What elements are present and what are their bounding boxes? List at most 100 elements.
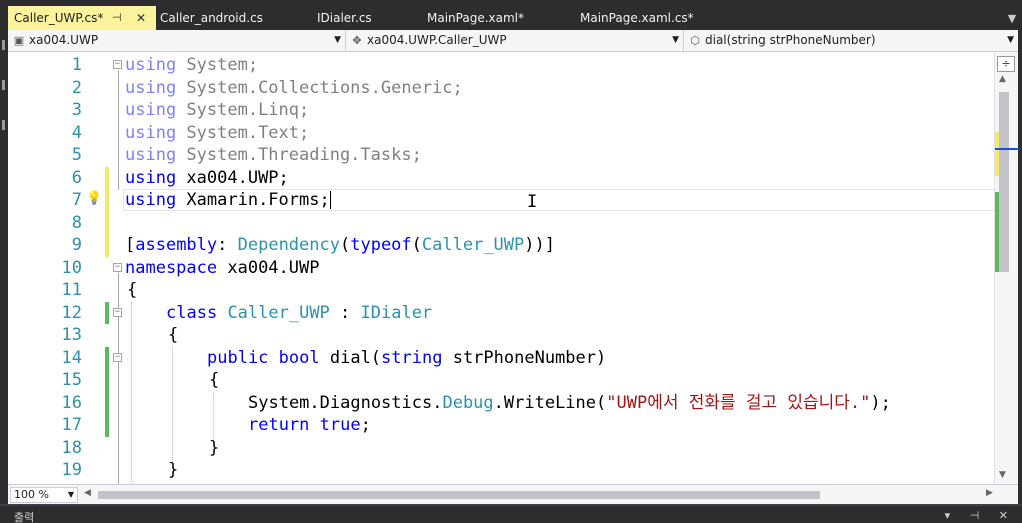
- vertical-scroll-thumb[interactable]: [999, 92, 1009, 272]
- code-text: xa004.UWP: [217, 258, 320, 278]
- code-text: System;: [176, 55, 259, 75]
- project-dropdown[interactable]: ▣ xa004.UWP ▼: [8, 30, 346, 52]
- code-line-10: namespace xa004.UWP: [125, 257, 319, 279]
- line-number: 7: [71, 190, 82, 210]
- tab-overflow-dropdown-icon[interactable]: ▼: [1002, 10, 1022, 28]
- zoom-dropdown[interactable]: 100 % ▼: [10, 487, 78, 503]
- scroll-up-icon[interactable]: ▲: [999, 74, 1006, 84]
- line-number: 16: [61, 393, 82, 413]
- code-line-19: }: [168, 460, 179, 480]
- code-text: System.Collections.Generic;: [176, 78, 463, 98]
- type-dropdown[interactable]: ✥ xa004.UWP.Caller_UWP ▼: [346, 30, 684, 52]
- code-line-13: {: [168, 325, 179, 345]
- close-icon[interactable]: ✕: [136, 6, 146, 30]
- code-text: System.Threading.Tasks;: [176, 145, 422, 165]
- line-number: 12: [61, 303, 82, 323]
- chevron-down-icon: ▼: [334, 35, 341, 45]
- line-number: 6: [71, 168, 82, 188]
- code-line-3: using System.Linq;: [125, 99, 309, 121]
- keyword: typeof: [350, 235, 412, 255]
- code-line-9: [assembly: Dependency(typeof(Caller_UWP)…: [125, 234, 555, 256]
- type-name: Dependency: [237, 235, 340, 255]
- tab-mainpage-xaml[interactable]: MainPage.xaml*: [427, 6, 524, 30]
- code-text: dial(: [319, 348, 382, 368]
- data-sources-tab-marker[interactable]: [2, 120, 5, 130]
- keyword: using: [125, 78, 177, 98]
- server-explorer-tab-marker[interactable]: [2, 80, 5, 90]
- code-line-17: return true;: [248, 414, 371, 436]
- vertical-scrollbar[interactable]: ÷ ▲ ▼: [994, 52, 1019, 484]
- code-line-11: {: [127, 280, 138, 300]
- code-text: strPhoneNumber): [442, 348, 607, 368]
- code-text: .WriteLine(: [493, 393, 607, 413]
- line-number: 2: [71, 78, 82, 98]
- type-dropdown-value: xa004.UWP.Caller_UWP: [367, 33, 507, 47]
- scroll-down-icon[interactable]: ▼: [999, 470, 1006, 480]
- horizontal-scroll-thumb[interactable]: [98, 491, 820, 499]
- text-caret: [330, 191, 331, 209]
- line-number: 8: [71, 213, 82, 233]
- keyword: using: [125, 190, 177, 210]
- code-line-6: using xa004.UWP;: [125, 167, 289, 189]
- project-dropdown-value: xa004.UWP: [29, 33, 99, 47]
- keyword: using: [125, 100, 177, 120]
- type-name: Caller_UWP: [421, 235, 525, 255]
- chevron-down-icon: ▼: [67, 490, 74, 499]
- code-text: System.Diagnostics.: [248, 393, 443, 413]
- line-number: 5: [71, 145, 82, 165]
- indent-guide: [172, 347, 173, 462]
- code-line-4: using System.Text;: [125, 122, 309, 144]
- line-number-gutter: 1 2 3 4 5 6 7 8 9 10 11 12 13 14 15 16 1…: [8, 52, 108, 484]
- line-number: 3: [71, 100, 82, 120]
- caret-position-marker: [995, 148, 1019, 150]
- code-text: (: [411, 235, 422, 255]
- collapse-icon[interactable]: −: [113, 263, 122, 272]
- unsaved-change-bar: [105, 167, 109, 257]
- class-icon: ✥: [352, 34, 362, 47]
- editor-bottom-bar: 100 % ▼ ◀ ▶: [8, 484, 1018, 504]
- tab-caller-uwp[interactable]: Caller_UWP.cs* ⊣ ✕: [8, 6, 156, 30]
- keyword: class: [166, 303, 218, 323]
- ibeam-cursor-icon: I: [527, 192, 538, 212]
- keyword: string: [381, 348, 443, 368]
- code-text: System.Text;: [176, 123, 310, 143]
- tab-mainpage-xaml-cs[interactable]: MainPage.xaml.cs*: [580, 6, 694, 30]
- collapse-icon[interactable]: −: [113, 308, 122, 317]
- code-text: System.Linq;: [176, 100, 310, 120]
- chevron-down-icon: ▼: [1007, 35, 1014, 45]
- code-text: [: [125, 235, 136, 255]
- keyword: true: [319, 415, 361, 435]
- code-editor[interactable]: 1 2 3 4 5 6 7 8 9 10 11 12 13 14 15 16 1…: [8, 52, 994, 484]
- line-number: 18: [61, 438, 82, 458]
- tab-caller-android[interactable]: Caller_android.cs: [160, 6, 263, 30]
- fold-line: [118, 70, 119, 190]
- line-number: 1: [71, 55, 82, 75]
- split-window-button[interactable]: ÷: [997, 56, 1015, 72]
- line-number: 14: [61, 348, 82, 368]
- lightbulb-icon[interactable]: 💡: [86, 191, 102, 207]
- chevron-down-icon: ▼: [672, 35, 679, 45]
- panel-window-buttons[interactable]: ▾ ⊣ ✕: [945, 509, 1016, 522]
- fold-line: [118, 273, 119, 484]
- collapse-icon[interactable]: −: [113, 60, 122, 69]
- collapse-icon[interactable]: −: [113, 353, 122, 362]
- scroll-left-icon[interactable]: ◀: [84, 488, 91, 498]
- code-line-15: {: [209, 370, 220, 390]
- indent-guide: [213, 392, 214, 442]
- keyword: using: [125, 55, 177, 75]
- scroll-right-icon[interactable]: ▶: [986, 488, 993, 498]
- code-text: :: [329, 303, 361, 323]
- toolbox-tab-marker[interactable]: [2, 40, 5, 50]
- tab-label: Caller_android.cs: [160, 11, 263, 25]
- tab-idialer[interactable]: IDialer.cs: [317, 6, 372, 30]
- line-number: 10: [61, 258, 82, 278]
- zoom-value: 100 %: [14, 488, 49, 501]
- type-name: Debug: [442, 393, 494, 413]
- saved-change-bar: [105, 347, 109, 437]
- pin-icon[interactable]: ⊣: [112, 6, 122, 30]
- method-icon: ⬡: [690, 34, 700, 47]
- member-dropdown[interactable]: ⬡ dial(string strPhoneNumber) ▼: [684, 30, 1018, 52]
- keyword: using: [125, 145, 177, 165]
